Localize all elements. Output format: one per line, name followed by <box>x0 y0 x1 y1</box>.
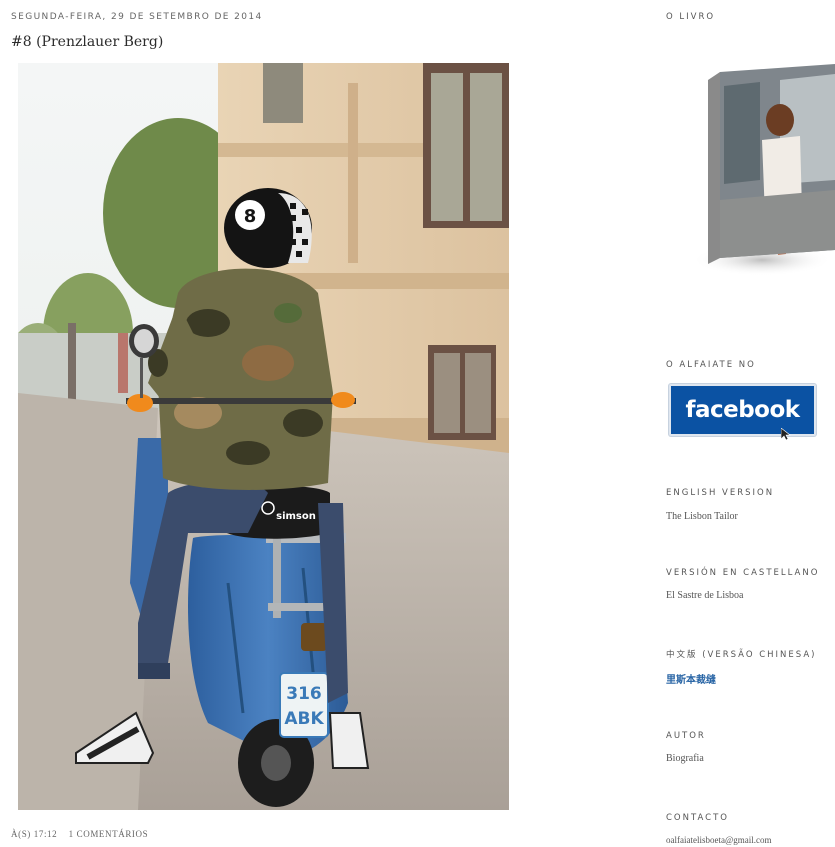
facebook-logo-text: facebook <box>669 384 816 436</box>
widget-title-book: O LIVRO <box>666 12 716 22</box>
scooter-photo-illustration: 316 ABK simson 8 <box>18 63 509 810</box>
widget-title-chinese: 中文版 (VERSÃO CHINESA) <box>666 650 817 660</box>
seat-brand-label: simson <box>276 511 316 522</box>
blog-page: SEGUNDA-FEIRA, 29 DE SETEMBRO DE 2014 #8… <box>0 0 835 847</box>
post-date: SEGUNDA-FEIRA, 29 DE SETEMBRO DE 2014 <box>11 12 263 22</box>
footer-separator <box>60 829 66 839</box>
post-footer: À(S) 17:12 1 COMENTÁRIOS <box>11 829 148 839</box>
castellano-version-link[interactable]: El Sastre de Lisboa <box>666 590 743 601</box>
widget-title-facebook: O ALFAIATE NO <box>666 360 756 370</box>
contact-email-link[interactable]: oalfaiatelisboeta@gmail.com <box>666 835 772 845</box>
post-timestamp-link[interactable]: À(S) 17:12 <box>11 829 57 839</box>
widget-title-author: AUTOR <box>666 731 706 741</box>
english-version-link[interactable]: The Lisbon Tailor <box>666 511 738 522</box>
post-title-link[interactable]: #8 (Prenzlauer Berg) <box>11 34 163 50</box>
chinese-version-link[interactable]: 里斯本裁缝 <box>666 671 716 686</box>
mouse-cursor-icon <box>781 428 791 440</box>
post-photo[interactable]: 316 ABK simson 8 <box>18 63 509 810</box>
widget-title-contact: CONTACTO <box>666 813 729 823</box>
plate-line-1: 316 <box>286 684 322 704</box>
book-cover-image[interactable] <box>690 60 835 280</box>
author-biography-link[interactable]: Biografia <box>666 753 704 764</box>
widget-title-english: ENGLISH VERSION <box>666 488 775 498</box>
widget-title-castellano: VERSIÓN EN CASTELLANO <box>666 568 820 578</box>
facebook-badge-link[interactable]: facebook <box>666 380 816 440</box>
comments-link[interactable]: 1 COMENTÁRIOS <box>69 829 149 839</box>
svg-text:8: 8 <box>244 206 257 227</box>
plate-line-2: ABK <box>284 709 324 729</box>
